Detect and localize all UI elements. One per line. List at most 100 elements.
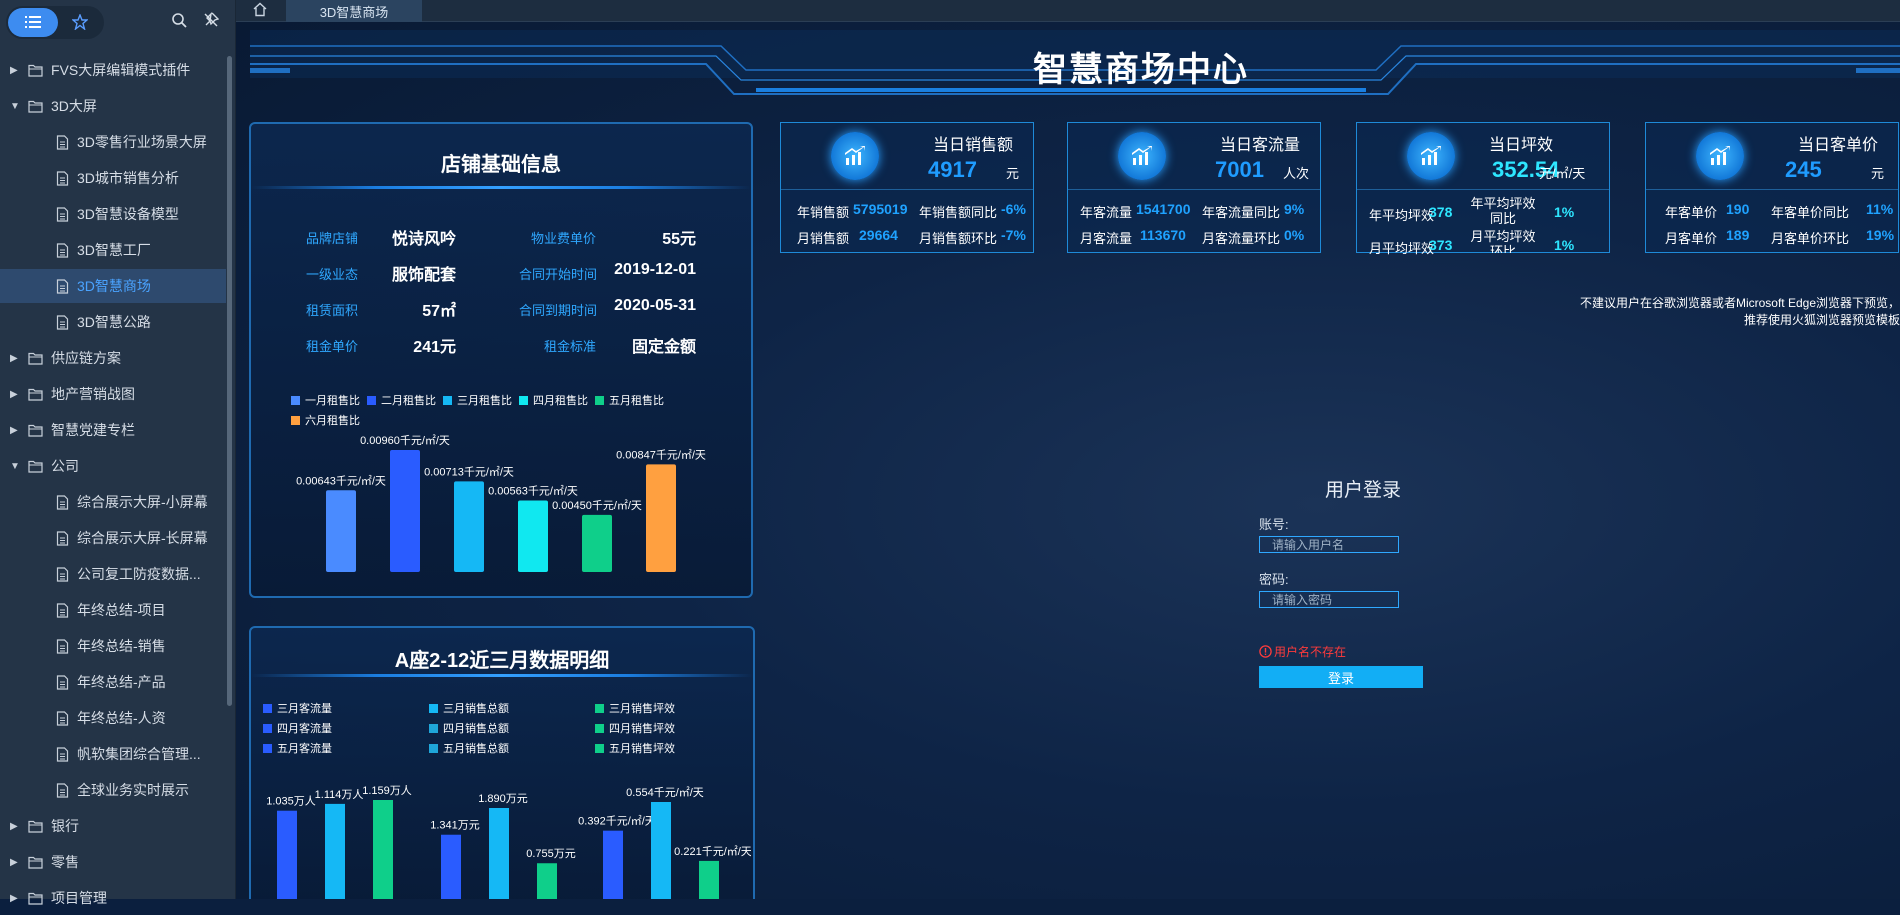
legend-item[interactable]: 二月租售比 bbox=[367, 392, 436, 408]
folder-icon bbox=[28, 388, 43, 401]
bar[interactable] bbox=[277, 810, 297, 899]
caret-right-icon[interactable]: ▶ bbox=[10, 389, 22, 400]
account-input[interactable] bbox=[1259, 536, 1399, 553]
document-icon bbox=[56, 638, 69, 654]
tree-item[interactable]: 年终总结-产品 bbox=[0, 665, 226, 699]
data-label: 0.554千元/㎡/天 bbox=[626, 786, 704, 799]
list-view-button[interactable] bbox=[8, 7, 58, 37]
bar[interactable] bbox=[373, 800, 393, 899]
tree-item[interactable]: 帆软集团综合管理... bbox=[0, 737, 226, 771]
tree-item[interactable]: 3D智慧公路 bbox=[0, 305, 226, 339]
kpi-stat-value: 0% bbox=[1284, 227, 1305, 243]
tree-item[interactable]: 3D智慧工厂 bbox=[0, 233, 226, 267]
legend-label: 四月销售坪效 bbox=[609, 723, 675, 735]
home-button[interactable] bbox=[252, 2, 268, 22]
tree-item[interactable]: 综合展示大屏-小屏幕 bbox=[0, 485, 226, 519]
bar[interactable] bbox=[518, 500, 548, 572]
document-icon bbox=[56, 170, 69, 186]
legend-item[interactable]: 五月租售比 bbox=[595, 392, 664, 408]
legend-item[interactable]: 三月销售总额 bbox=[429, 700, 509, 716]
kpi-title: 当日坪效 bbox=[1488, 137, 1553, 154]
legend-item[interactable]: 三月销售坪效 bbox=[595, 700, 675, 716]
favorite-button[interactable] bbox=[58, 8, 102, 37]
tree-item[interactable]: 3D零售行业场景大屏 bbox=[0, 125, 226, 159]
legend-item[interactable]: 五月销售坪效 bbox=[595, 740, 675, 756]
kpi-unit: 人次 bbox=[1283, 166, 1310, 181]
legend-item[interactable]: 三月租售比 bbox=[443, 392, 512, 408]
bar[interactable] bbox=[603, 830, 623, 899]
caret-right-icon[interactable]: ▶ bbox=[10, 821, 22, 832]
caret-right-icon[interactable]: ▶ bbox=[10, 353, 22, 364]
kpi-stat-value: 113670 bbox=[1140, 227, 1186, 243]
tree-item[interactable]: 年终总结-销售 bbox=[0, 629, 226, 663]
kpi-value: 4917 bbox=[928, 157, 977, 182]
tree-folder[interactable]: ▼ 3D大屏 bbox=[0, 89, 226, 123]
legend-item[interactable]: 一月租售比 bbox=[291, 392, 360, 408]
search-button[interactable] bbox=[171, 12, 187, 33]
caret-right-icon[interactable]: ▶ bbox=[10, 893, 22, 904]
dashboard-title: 智慧商场中心 bbox=[1033, 51, 1249, 89]
caret-down-icon[interactable]: ▼ bbox=[10, 461, 22, 472]
tree-item-label: 供应链方案 bbox=[51, 350, 121, 366]
locate-button[interactable] bbox=[203, 11, 220, 33]
field-value: 241元 bbox=[413, 339, 456, 356]
document-icon bbox=[56, 134, 69, 150]
bar[interactable] bbox=[326, 490, 356, 572]
tree-item[interactable]: 全球业务实时展示 bbox=[0, 773, 226, 807]
legend-swatch bbox=[443, 395, 452, 405]
document-icon bbox=[56, 278, 69, 294]
tree-folder[interactable]: ▼ 公司 bbox=[0, 449, 226, 483]
legend-item[interactable]: 四月租售比 bbox=[519, 392, 588, 408]
caret-right-icon[interactable]: ▶ bbox=[10, 425, 22, 436]
legend-item[interactable]: 四月客流量 bbox=[263, 720, 332, 736]
tree-folder[interactable]: ▶ 智慧党建专栏 bbox=[0, 413, 226, 447]
tree-item-label: 3D智慧公路 bbox=[77, 314, 151, 330]
tree-folder[interactable]: ▶ 供应链方案 bbox=[0, 341, 226, 375]
legend-swatch bbox=[595, 395, 604, 405]
bar[interactable] bbox=[699, 860, 719, 899]
login-title: 用户登录 bbox=[1324, 480, 1401, 501]
tree-item[interactable]: 公司复工防疫数据... bbox=[0, 557, 226, 591]
login-button[interactable]: 登录 bbox=[1259, 666, 1423, 688]
legend-item[interactable]: 四月销售坪效 bbox=[595, 720, 675, 736]
bar[interactable] bbox=[454, 481, 484, 572]
tree-folder[interactable]: ▶ 地产营销战图 bbox=[0, 377, 226, 411]
bar[interactable] bbox=[537, 863, 557, 899]
bar[interactable] bbox=[390, 450, 420, 572]
bar[interactable] bbox=[651, 802, 671, 899]
bar[interactable] bbox=[325, 803, 345, 899]
tree-folder[interactable]: ▶ 银行 bbox=[0, 809, 226, 843]
tree-folder[interactable]: ▶ 零售 bbox=[0, 845, 226, 879]
bar[interactable] bbox=[646, 464, 676, 572]
tree-folder[interactable]: ▶ FVS大屏编辑模式插件 bbox=[0, 53, 226, 87]
tree-item-label: FVS大屏编辑模式插件 bbox=[51, 62, 191, 78]
document-icon bbox=[56, 638, 69, 654]
document-icon bbox=[56, 674, 69, 690]
tree-item[interactable]: 年终总结-项目 bbox=[0, 593, 226, 627]
sidebar-scrollbar[interactable] bbox=[227, 56, 232, 706]
legend-item[interactable]: 五月客流量 bbox=[263, 740, 332, 756]
legend-item[interactable]: 五月销售总额 bbox=[429, 740, 509, 756]
detail-chart: 1.035万人1.114万人1.159万人 1.341万元 1.890万元 0.755… bbox=[266, 784, 751, 899]
document-icon bbox=[56, 674, 69, 690]
tab-3d-mall[interactable]: 3D智慧商场 bbox=[286, 0, 422, 22]
password-input[interactable] bbox=[1259, 591, 1399, 608]
bar[interactable] bbox=[582, 514, 612, 572]
legend-item[interactable]: 三月客流量 bbox=[263, 700, 332, 716]
tree-item[interactable]: 综合展示大屏-长屏幕 bbox=[0, 521, 226, 555]
tree-item-label: 帆软集团综合管理... bbox=[77, 746, 201, 762]
caret-right-icon[interactable]: ▶ bbox=[10, 65, 22, 76]
bar[interactable] bbox=[441, 834, 461, 899]
caret-down-icon[interactable]: ▼ bbox=[10, 101, 22, 112]
kpi-stat-label: 月销售额环比 bbox=[919, 231, 998, 246]
tree-item[interactable]: 年终总结-人资 bbox=[0, 701, 226, 735]
tree-folder[interactable]: ▶ 项目管理 bbox=[0, 881, 226, 915]
kpi-stat-value: 1% bbox=[1554, 237, 1575, 253]
bar[interactable] bbox=[489, 808, 509, 899]
caret-right-icon[interactable]: ▶ bbox=[10, 857, 22, 868]
tree-item[interactable]: 3D智慧商场 bbox=[0, 269, 226, 303]
legend-item[interactable]: 四月销售总额 bbox=[429, 720, 509, 736]
star-icon bbox=[72, 14, 88, 30]
tree-item[interactable]: 3D智慧设备模型 bbox=[0, 197, 226, 231]
tree-item[interactable]: 3D城市销售分析 bbox=[0, 161, 226, 195]
